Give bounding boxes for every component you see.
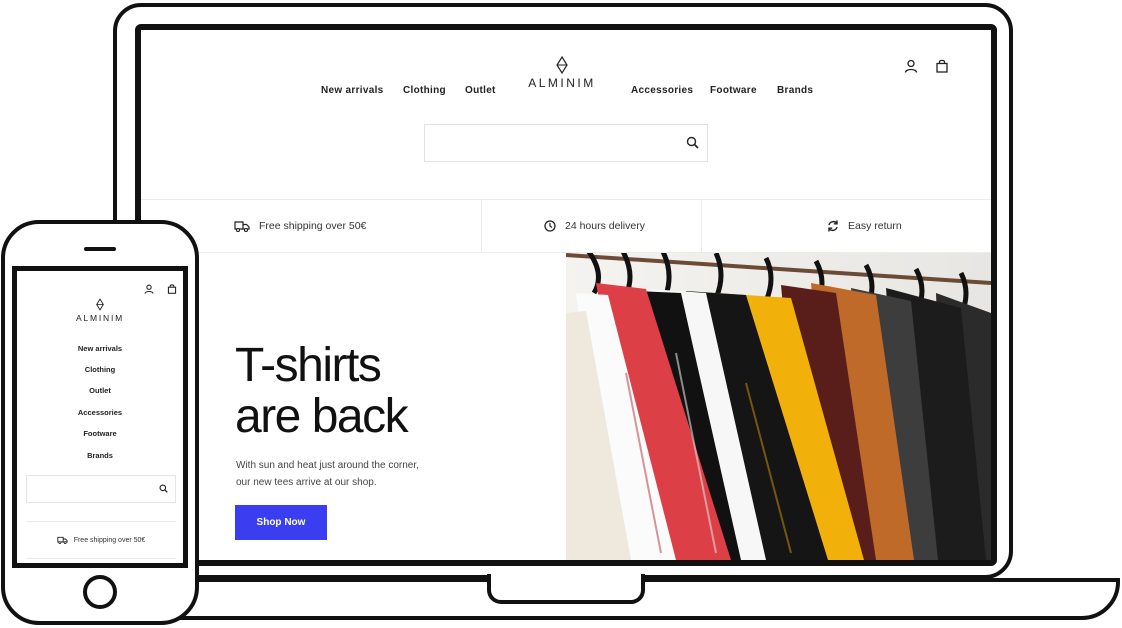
nav-accessories[interactable]: Accessories bbox=[631, 85, 693, 96]
search-bar bbox=[26, 475, 176, 503]
feature-label: Free shipping over 50€ bbox=[259, 220, 367, 232]
search-input[interactable] bbox=[425, 125, 685, 159]
truck-icon bbox=[234, 221, 250, 232]
nav-outlet[interactable]: Outlet bbox=[465, 85, 496, 96]
feature-label: Easy return bbox=[848, 220, 902, 232]
nav-outlet[interactable]: Outlet bbox=[17, 386, 183, 395]
phone-home-button[interactable] bbox=[83, 575, 117, 609]
nav-brands[interactable]: Brands bbox=[17, 451, 183, 460]
nav-footware[interactable]: Footware bbox=[17, 429, 183, 438]
diamond-logo-icon bbox=[96, 298, 104, 311]
feature-label: 24 hours delivery bbox=[565, 220, 645, 232]
nav-new-arrivals[interactable]: New arrivals bbox=[17, 344, 183, 353]
feature-label: Free shipping over 50€ bbox=[73, 536, 146, 544]
divider bbox=[701, 200, 702, 252]
brand-logo[interactable]: ALMINIM bbox=[526, 56, 598, 90]
mobile-site: ALMINIM New arrivals Clothing Outlet Acc… bbox=[12, 266, 188, 568]
laptop-notch bbox=[487, 574, 645, 604]
clock-icon bbox=[544, 220, 556, 232]
feature-free-shipping: Free shipping over 50€ bbox=[234, 200, 366, 252]
feature-free-shipping: Free shipping over 50€ bbox=[26, 521, 176, 559]
brand-logo[interactable]: ALMINIM bbox=[65, 298, 135, 323]
tshirts-rack-image bbox=[566, 253, 991, 560]
user-icon[interactable] bbox=[904, 59, 918, 73]
desktop-site: New arrivals Clothing Outlet ALMINIM Acc… bbox=[135, 24, 997, 566]
brand-name: ALMINIM bbox=[75, 313, 125, 323]
feature-easy-return: Easy return bbox=[827, 200, 902, 252]
search-bar bbox=[424, 124, 708, 162]
hero-description: With sun and heat just around the corner… bbox=[236, 460, 419, 488]
hero-title-line: are back bbox=[235, 390, 409, 443]
search-icon[interactable] bbox=[686, 136, 699, 149]
brand-name: ALMINIM bbox=[528, 76, 596, 90]
nav-clothing[interactable]: Clothing bbox=[17, 365, 183, 374]
truck-icon bbox=[57, 536, 68, 544]
shop-now-button[interactable]: Shop Now bbox=[235, 505, 327, 540]
features-bar: Free shipping over 50€ 24 hours delivery… bbox=[141, 199, 991, 253]
divider bbox=[481, 200, 482, 252]
user-icon[interactable] bbox=[144, 284, 154, 294]
hero-image bbox=[566, 253, 991, 560]
shopping-bag-icon[interactable] bbox=[167, 284, 177, 294]
feature-delivery: 24 hours delivery bbox=[544, 200, 645, 252]
phone-speaker bbox=[84, 247, 116, 251]
nav-new-arrivals[interactable]: New arrivals bbox=[321, 85, 384, 96]
nav-clothing[interactable]: Clothing bbox=[403, 85, 446, 96]
nav-brands[interactable]: Brands bbox=[777, 85, 813, 96]
shopping-bag-icon[interactable] bbox=[935, 59, 949, 73]
search-icon[interactable] bbox=[159, 484, 168, 493]
nav-footware[interactable]: Footware bbox=[710, 85, 757, 96]
diamond-logo-icon bbox=[556, 56, 568, 74]
search-input[interactable] bbox=[27, 476, 159, 500]
hero-title-line: T-shirts bbox=[235, 339, 382, 392]
nav-accessories[interactable]: Accessories bbox=[17, 408, 183, 417]
hero-title: T-shirts are back bbox=[235, 339, 409, 443]
refresh-icon bbox=[828, 220, 838, 232]
